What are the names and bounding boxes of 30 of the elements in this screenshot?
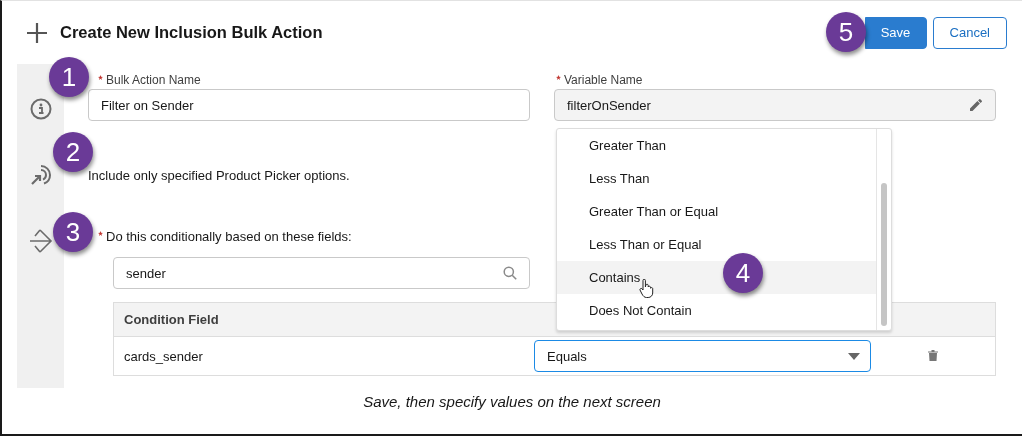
pencil-icon[interactable] [969, 98, 983, 112]
save-button[interactable]: Save [864, 16, 927, 49]
trash-icon[interactable] [928, 349, 938, 361]
name-input[interactable]: Filter on Sender [88, 89, 530, 121]
variable-input[interactable]: filterOnSender [554, 89, 996, 121]
callout-badge: 2 [53, 132, 93, 172]
branch-arrows-icon [28, 228, 53, 254]
callout-badge: 3 [53, 212, 93, 252]
field-label: Variable Name [564, 73, 643, 87]
plus-icon [26, 21, 48, 44]
caret-icon [848, 352, 860, 360]
operator-select[interactable]: Equals [534, 340, 871, 372]
scrollbar-thumb[interactable] [881, 183, 887, 326]
page-title: Create New Inclusion Bulk Action [60, 23, 323, 42]
callout-badge: 5 [826, 12, 866, 52]
field-label: Bulk Action Name [106, 73, 201, 87]
table-cell: cards_sender [113, 336, 534, 376]
hand-cursor-icon [639, 279, 654, 298]
search-icon [503, 266, 517, 280]
callout-badge: 1 [49, 57, 89, 97]
condition-label: Do this conditionally based on these fields: [106, 228, 352, 244]
dropdown-option[interactable]: Greater Than [557, 129, 876, 162]
dropdown-option[interactable]: Does Not Contain [557, 294, 876, 327]
footer-note: Save, then specify values on the next screen [362, 393, 662, 410]
cancel-button[interactable]: Cancel [932, 16, 1007, 49]
info-icon [29, 98, 52, 120]
search-field[interactable]: sender [113, 257, 530, 289]
dropdown-option[interactable]: Less Than [557, 162, 876, 195]
column-header: Condition Field [113, 302, 534, 337]
dropdown-option[interactable]: Greater Than or Equal [557, 195, 876, 228]
